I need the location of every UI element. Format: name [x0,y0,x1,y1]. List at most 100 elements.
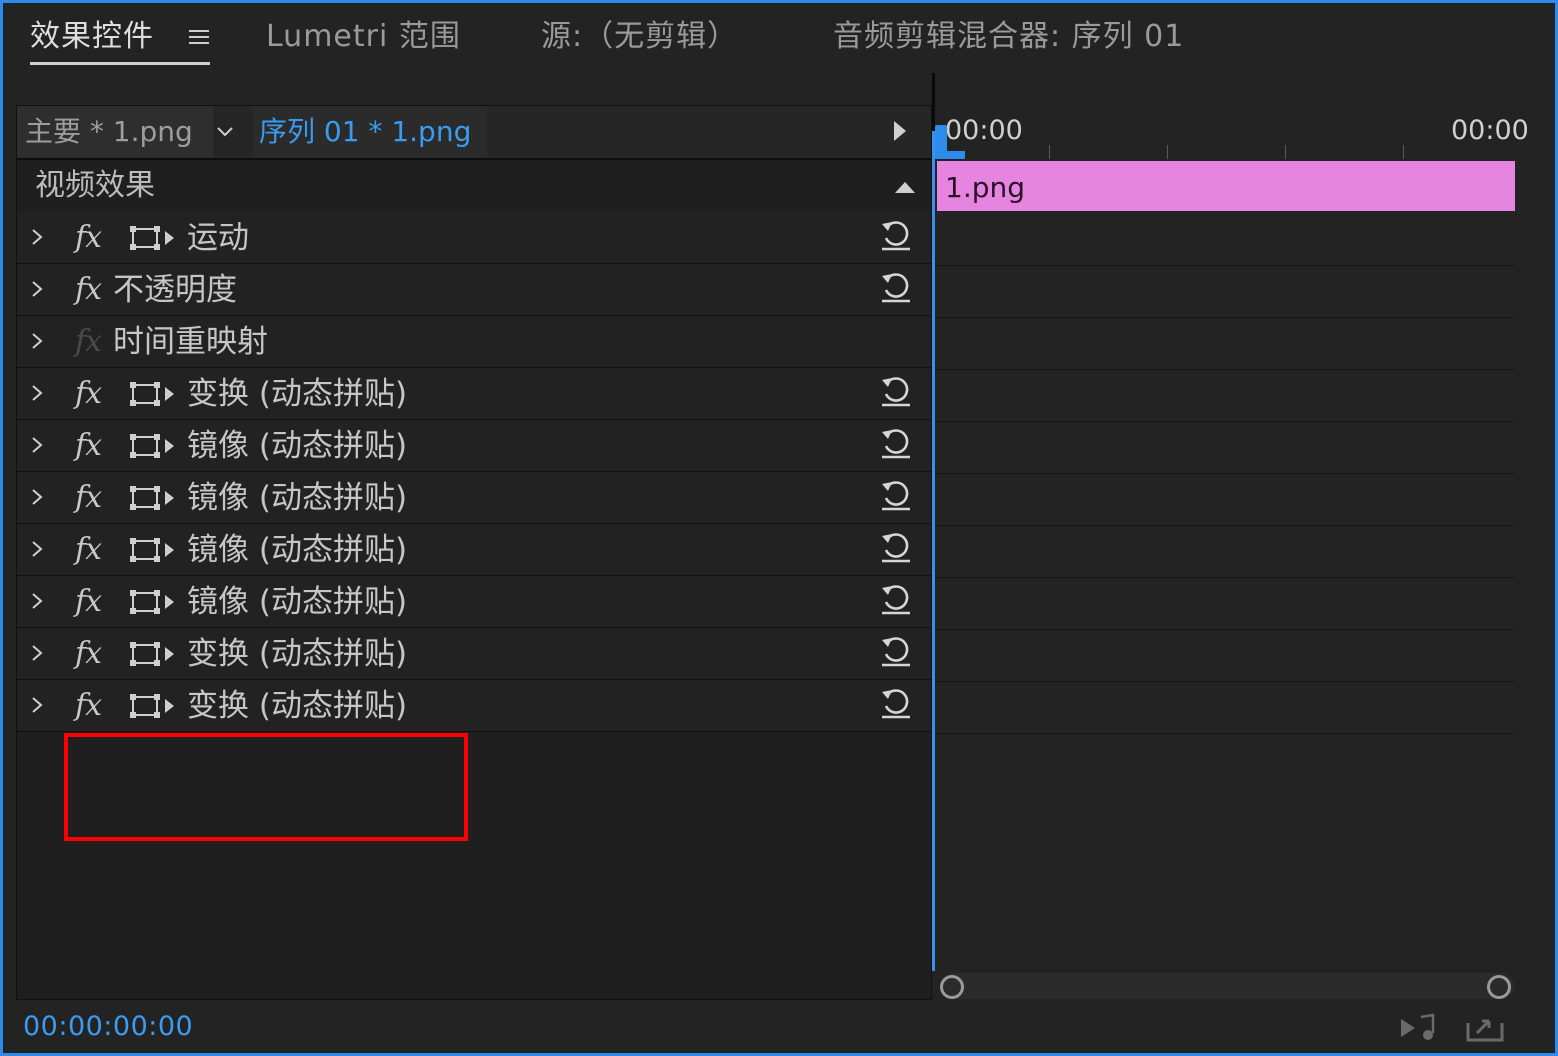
chevron-right-icon[interactable] [29,279,45,299]
tab-audio-clip-mixer[interactable]: 音频剪辑混合器: 序列 01 [833,17,1184,57]
mask-tools-icon[interactable] [129,588,177,616]
collapse-triangle-icon[interactable] [895,182,915,193]
ruler-tick [1049,145,1050,159]
panel-menu-icon[interactable] [189,27,209,47]
track-separator [935,733,1515,734]
track-separator [935,265,1515,266]
effects-list-panel: 主要 * 1.png 序列 01 * 1.png 视频效果 fx 运动 fx 不透明度… [16,105,932,1000]
chevron-right-icon[interactable] [29,591,45,611]
chevron-down-icon[interactable] [215,122,235,142]
tab-effect-controls[interactable]: 效果控件 [30,17,154,57]
effect-controls-panel: 效果控件 Lumetri 范围 源:（无剪辑） 音频剪辑混合器: 序列 01 主… [0,0,1558,1056]
mask-tools-icon[interactable] [129,692,177,720]
track-separator [935,317,1515,318]
fx-toggle-icon[interactable]: fx [75,374,102,414]
reset-effect-icon[interactable] [879,218,913,252]
fx-toggle-icon[interactable]: fx [75,478,102,518]
effect-row[interactable]: fx 不透明度 [17,264,931,316]
annotation-highlight-box [64,733,468,841]
track-separator [935,629,1515,630]
fx-toggle-icon[interactable]: fx [75,634,102,674]
chevron-right-icon[interactable] [29,435,45,455]
effect-name: 镜像 (动态拼贴) [187,480,408,516]
zoom-handle-left[interactable] [940,975,964,999]
effect-row[interactable]: fx 镜像 (动态拼贴) [17,524,931,576]
mask-tools-icon[interactable] [129,536,177,564]
master-clip-tab[interactable]: 主要 * 1.png [17,106,213,158]
track-separator [935,681,1515,682]
ruler-start-time: 00:00 [945,115,1023,146]
effect-row[interactable]: fx 镜像 (动态拼贴) [17,472,931,524]
active-tab-underline [30,62,210,65]
fx-toggle-icon[interactable]: fx [75,582,102,622]
mask-tools-icon[interactable] [129,380,177,408]
video-effects-header[interactable]: 视频效果 [17,160,931,213]
track-separator [935,525,1515,526]
time-ruler[interactable]: 00:00 00:00 [935,105,1529,160]
chevron-right-icon[interactable] [29,331,45,351]
panel-tab-bar: 效果控件 Lumetri 范围 源:（无剪辑） 音频剪辑混合器: 序列 01 [3,3,1555,73]
track-separator [935,577,1515,578]
zoom-handle-right[interactable] [1487,975,1511,999]
effect-row[interactable]: fx 镜像 (动态拼贴) [17,576,931,628]
effect-name: 镜像 (动态拼贴) [187,584,408,620]
playhead-base [935,151,965,159]
reset-effect-icon[interactable] [879,634,913,668]
track-separator [935,421,1515,422]
reset-effect-icon[interactable] [879,270,913,304]
fx-toggle-icon[interactable]: fx [75,530,102,570]
effect-name: 不透明度 [113,272,237,308]
effect-row[interactable]: fx 变换 (动态拼贴) [17,628,931,680]
ruler-tick [1285,145,1286,159]
reset-effect-icon[interactable] [879,426,913,460]
track-separator [935,473,1515,474]
current-timecode[interactable]: 00:00:00:00 [23,1011,193,1042]
playhead-handle[interactable] [935,125,947,153]
effect-name: 变换 (动态拼贴) [187,636,408,672]
reset-effect-icon[interactable] [879,530,913,564]
reset-effect-icon[interactable] [879,374,913,408]
effect-name: 镜像 (动态拼贴) [187,532,408,568]
effect-name: 变换 (动态拼贴) [187,376,408,412]
effect-name: 时间重映射 [113,324,268,360]
chevron-right-icon[interactable] [29,643,45,663]
fx-toggle-icon[interactable]: fx [75,218,102,258]
tab-source[interactable]: 源:（无剪辑） [541,17,738,57]
effect-name: 运动 [187,220,249,256]
chevron-right-icon[interactable] [29,383,45,403]
timeline-zoom-scrollbar[interactable] [940,973,1514,999]
play-audio-icon[interactable] [1399,1013,1439,1043]
effect-name: 变换 (动态拼贴) [187,688,408,724]
playhead-line[interactable] [932,131,935,971]
fx-toggle-icon[interactable]: fx [75,270,102,310]
effect-row[interactable]: fx 变换 (动态拼贴) [17,680,931,732]
ruler-tick [1403,145,1404,159]
chevron-right-icon[interactable] [29,487,45,507]
fx-toggle-icon[interactable]: fx [75,686,102,726]
effect-row[interactable]: fx 运动 [17,212,931,264]
clip-header: 主要 * 1.png 序列 01 * 1.png [17,106,931,160]
sequence-clip-tab[interactable]: 序列 01 * 1.png [253,106,487,158]
track-separator [935,369,1515,370]
mask-tools-icon[interactable] [129,224,177,252]
effect-row[interactable]: fx 变换 (动态拼贴) [17,368,931,420]
chevron-right-icon[interactable] [29,227,45,247]
reset-effect-icon[interactable] [879,478,913,512]
chevron-right-icon[interactable] [29,539,45,559]
timeline-clip[interactable]: 1.png [937,161,1515,211]
export-frame-icon[interactable] [1465,1013,1505,1043]
mask-tools-icon[interactable] [129,484,177,512]
effect-row[interactable]: fx 时间重映射 [17,316,931,368]
tab-lumetri-scopes[interactable]: Lumetri 范围 [266,17,461,57]
show-timeline-toggle-icon[interactable] [894,121,906,141]
reset-effect-icon[interactable] [879,686,913,720]
fx-toggle-icon[interactable]: fx [75,322,102,362]
ruler-end-time: 00:00 [1451,115,1529,146]
effect-name: 镜像 (动态拼贴) [187,428,408,464]
mask-tools-icon[interactable] [129,432,177,460]
reset-effect-icon[interactable] [879,582,913,616]
effect-row[interactable]: fx 镜像 (动态拼贴) [17,420,931,472]
fx-toggle-icon[interactable]: fx [75,426,102,466]
mask-tools-icon[interactable] [129,640,177,668]
chevron-right-icon[interactable] [29,695,45,715]
